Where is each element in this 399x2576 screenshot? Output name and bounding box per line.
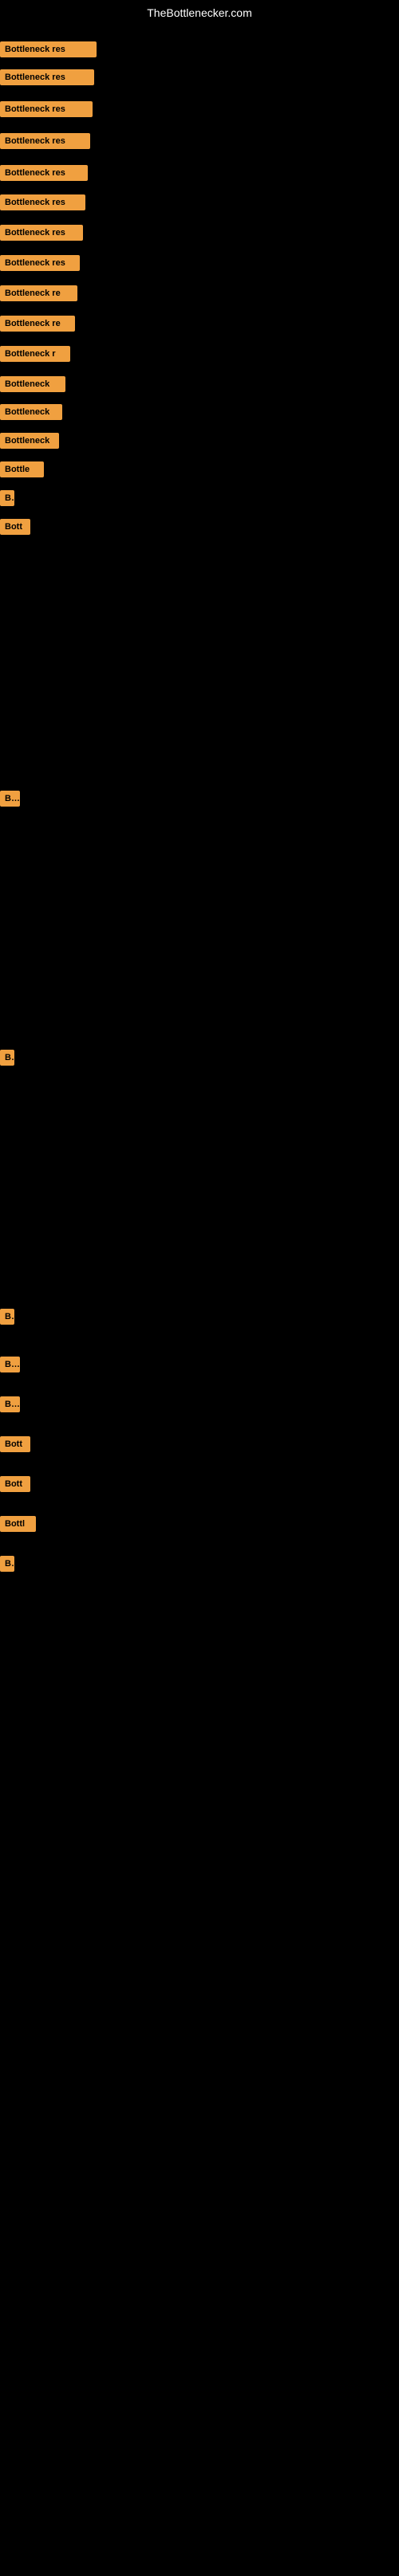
bottleneck-button-17[interactable]: Bott [0,519,30,535]
bottleneck-button-13[interactable]: Bottleneck [0,404,62,420]
bottleneck-button-7[interactable]: Bottleneck res [0,225,83,241]
bottleneck-button-9[interactable]: Bottleneck re [0,285,77,301]
bottleneck-button-3[interactable]: Bottleneck res [0,101,93,117]
bottleneck-button-4[interactable]: Bottleneck res [0,133,90,149]
bottleneck-button-20[interactable]: B [0,1309,14,1325]
bottleneck-button-8[interactable]: Bottleneck res [0,255,80,271]
bottleneck-button-5[interactable]: Bottleneck res [0,165,88,181]
bottleneck-button-11[interactable]: Bottleneck r [0,346,70,362]
bottleneck-button-23[interactable]: Bott [0,1436,30,1452]
bottleneck-button-2[interactable]: Bottleneck res [0,69,94,85]
bottleneck-button-15[interactable]: Bottle [0,461,44,477]
bottleneck-button-10[interactable]: Bottleneck re [0,316,75,332]
bottleneck-button-21[interactable]: Bo [0,1357,20,1372]
bottleneck-button-18[interactable]: Bo [0,791,20,807]
bottleneck-button-6[interactable]: Bottleneck res [0,194,85,210]
bottleneck-button-22[interactable]: Bo [0,1396,20,1412]
bottleneck-button-24[interactable]: Bott [0,1476,30,1492]
bottleneck-button-12[interactable]: Bottleneck [0,376,65,392]
bottleneck-button-26[interactable]: B [0,1556,14,1572]
bottleneck-button-19[interactable]: B [0,1050,14,1066]
bottleneck-button-14[interactable]: Bottleneck [0,433,59,449]
site-title: TheBottlenecker.com [0,0,399,26]
bottleneck-button-16[interactable]: B [0,490,14,506]
bottleneck-button-1[interactable]: Bottleneck res [0,41,97,57]
bottleneck-button-25[interactable]: Bottl [0,1516,36,1532]
